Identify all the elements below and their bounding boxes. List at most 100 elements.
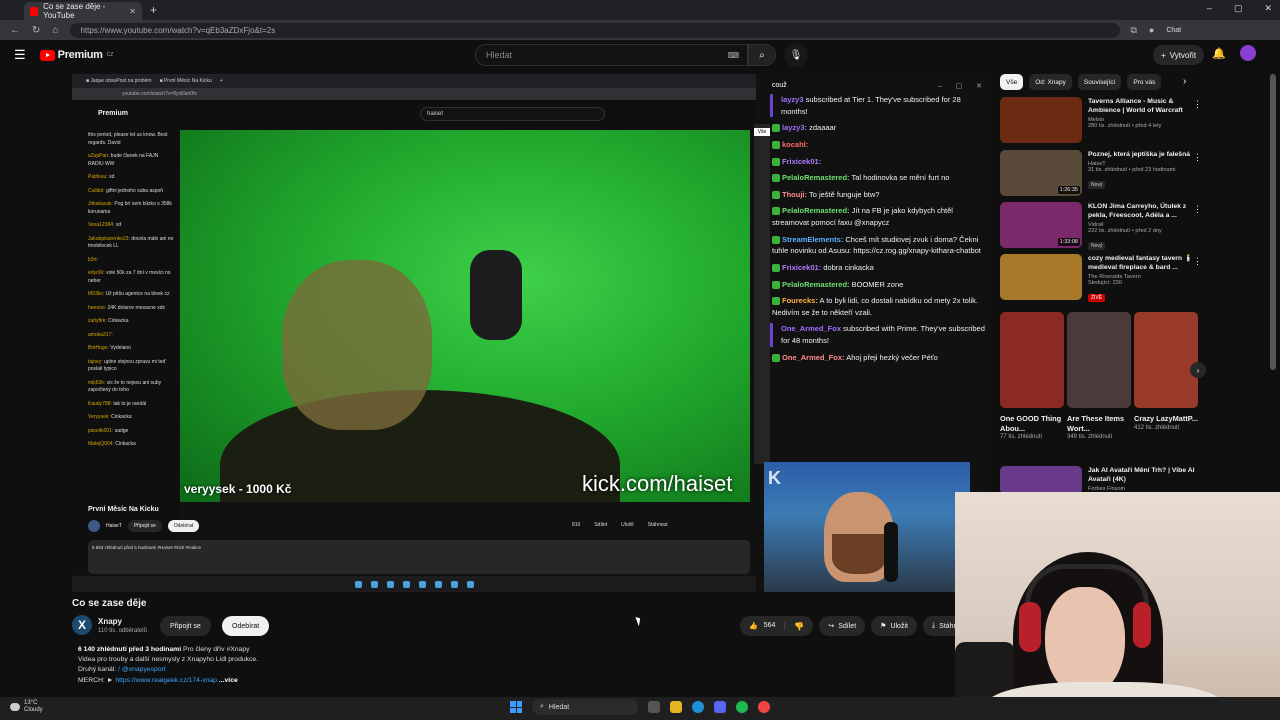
extensions-icon[interactable]: ⧉ bbox=[1130, 25, 1136, 36]
spotify-icon[interactable] bbox=[736, 701, 748, 713]
streamer-camera bbox=[180, 130, 750, 502]
chip-related[interactable]: Související bbox=[1077, 74, 1122, 90]
youtube-logo[interactable]: Premium CZ bbox=[39, 49, 113, 61]
recommendation-item[interactable]: Taverns Alliance - Music & Ambience | Wo… bbox=[1000, 97, 1202, 147]
chat-message: PelaloRemastered: Jít na FB je jako kdyb… bbox=[772, 206, 953, 227]
chevron-right-icon[interactable]: › bbox=[1183, 76, 1186, 87]
account-avatar[interactable] bbox=[1240, 45, 1256, 61]
new-tab-icon[interactable]: + bbox=[150, 3, 157, 17]
browser-tab[interactable]: Co se zase děje - YouTube ✕ bbox=[24, 2, 142, 20]
close-window-icon[interactable]: ✕ bbox=[1264, 3, 1272, 14]
save-button[interactable]: ⚑ Uložit bbox=[871, 616, 917, 636]
chat-badge-icon bbox=[772, 297, 780, 306]
short-item[interactable]: One GOOD Thing Abou... 77 tis. zhlédnutí bbox=[1000, 312, 1064, 442]
menu-icon[interactable]: ☰ bbox=[14, 47, 26, 63]
video-description[interactable]: 6 140 zhlédnutí před 3 hodinami Pro člen… bbox=[72, 645, 955, 691]
stream-chat-line: amoka317: bbox=[88, 331, 113, 338]
share-button[interactable]: ↪ Sdílet bbox=[819, 616, 866, 636]
recommendation-item[interactable]: cozy medieval fantasy tavern 🕯️ medieval… bbox=[1000, 254, 1202, 304]
edge-icon[interactable] bbox=[692, 701, 704, 713]
video-thumbnail[interactable] bbox=[1000, 466, 1082, 494]
shorts-next-button[interactable]: › bbox=[1190, 362, 1206, 378]
recommendation-title: KLON Jima Carreyho, Útulek z pekla, Free… bbox=[1088, 203, 1187, 220]
minimize-icon[interactable]: – bbox=[1207, 3, 1212, 14]
chat-button[interactable]: Chat bbox=[1166, 27, 1181, 34]
subscribe-button[interactable]: Odebírat bbox=[222, 616, 270, 636]
channel-name[interactable]: Xnapy bbox=[98, 617, 122, 626]
microphone bbox=[884, 522, 898, 582]
short-thumbnail[interactable] bbox=[1067, 312, 1131, 408]
maximize-icon[interactable]: ▢ bbox=[1234, 3, 1243, 14]
short-item[interactable]: Crazy LazyMattP... 412 tis. zhlédnutí bbox=[1134, 312, 1198, 442]
taskbar-search[interactable]: ⌕ Hledat bbox=[532, 699, 638, 715]
duration-badge: 1:33:08 bbox=[1057, 238, 1080, 246]
video-thumbnail[interactable] bbox=[1000, 97, 1082, 143]
chat-message: Frixicek01: bbox=[770, 156, 990, 168]
show-more-link[interactable]: ...více bbox=[219, 677, 238, 684]
stream-actions: 810 Sdílet Uložit Stáhnout bbox=[572, 522, 668, 528]
short-title: Crazy LazyMattP... bbox=[1134, 414, 1198, 423]
create-button[interactable]: + Vytvořit bbox=[1153, 45, 1205, 65]
short-item[interactable]: Are These Items Wort... 349 tis. zhlédnu… bbox=[1067, 312, 1131, 442]
close-tab-icon[interactable]: ✕ bbox=[129, 7, 136, 16]
join-button[interactable]: Připojit se bbox=[160, 616, 211, 636]
more-options-icon[interactable]: ⋮ bbox=[1193, 152, 1202, 163]
chat-badge-icon bbox=[772, 174, 780, 183]
chat-badge-icon bbox=[772, 263, 780, 272]
chat-badge-icon bbox=[772, 235, 780, 244]
voice-search-button[interactable]: 🎙 bbox=[784, 43, 808, 67]
keyboard-icon[interactable]: ⌨ bbox=[727, 51, 739, 60]
merch-link[interactable]: https://www.realgeek.cz/174-xnap bbox=[115, 677, 217, 684]
stream-chat-line: tajney: uplne stejnou zpravu mi teď posl… bbox=[88, 358, 166, 373]
chip-from-channel[interactable]: Od: Xnapy bbox=[1029, 74, 1072, 90]
search-input[interactable]: Hledat ⌨ bbox=[475, 44, 748, 66]
chat-message: Fourecks: A to byli lidi, co dostali nab… bbox=[772, 296, 978, 317]
short-thumbnail[interactable] bbox=[1000, 312, 1064, 408]
short-title: Are These Items Wort... bbox=[1067, 414, 1125, 433]
weather-widget[interactable]: 13°C Cloudy bbox=[10, 700, 43, 714]
search-button[interactable]: ⌕ bbox=[748, 44, 776, 66]
more-options-icon[interactable]: ⋮ bbox=[1193, 99, 1202, 110]
task-view-icon[interactable] bbox=[648, 701, 660, 713]
more-options-icon[interactable]: ⋮ bbox=[1193, 204, 1202, 215]
chip-for-you[interactable]: Pro vás bbox=[1127, 74, 1162, 90]
video-thumbnail[interactable]: 1:33:08 bbox=[1000, 202, 1082, 248]
chat-badge-icon bbox=[772, 190, 780, 199]
video-thumbnail[interactable]: 1:26:35 bbox=[1000, 150, 1082, 196]
scrollbar[interactable] bbox=[1270, 74, 1276, 370]
more-options-icon[interactable]: ⋮ bbox=[1193, 256, 1202, 267]
thumbs-down-icon: 👎 bbox=[794, 621, 805, 631]
app-icon[interactable] bbox=[758, 701, 770, 713]
reload-icon[interactable]: ↻ bbox=[32, 25, 40, 36]
search-icon: ⌕ bbox=[540, 703, 544, 710]
short-thumbnail[interactable] bbox=[1134, 312, 1198, 408]
notifications-bell-icon[interactable]: 🔔 bbox=[1212, 47, 1226, 60]
kick-chat-header: couž bbox=[772, 82, 787, 89]
like-button[interactable]: 👍 564 bbox=[740, 622, 786, 630]
subscriber-count: 110 tis. odběratelů bbox=[98, 628, 147, 634]
back-icon[interactable]: ← bbox=[10, 25, 20, 36]
stream-taskbar bbox=[72, 576, 756, 592]
channel-avatar[interactable]: X bbox=[72, 615, 92, 635]
home-icon[interactable]: ⌂ bbox=[52, 25, 58, 36]
dislike-button[interactable]: 👎 bbox=[785, 622, 813, 631]
second-channel-link[interactable]: / @xnapyesport bbox=[118, 666, 166, 673]
stream-chat-line: Vesa12384: xd bbox=[88, 222, 122, 228]
profile-icon[interactable]: ● bbox=[1149, 25, 1154, 35]
status-badge: ŽIVĚ bbox=[1088, 294, 1106, 303]
chat-window-controls: – ▢ ✕ bbox=[937, 83, 988, 90]
status-badge: Nový bbox=[1088, 242, 1106, 251]
discord-icon[interactable] bbox=[714, 701, 726, 713]
stream-chat: this period, please let us know. Best re… bbox=[72, 130, 180, 570]
windows-start-icon[interactable] bbox=[510, 701, 522, 713]
recommendation-item[interactable]: 1:33:08 KLON Jima Carreyho, Útulek z pek… bbox=[1000, 202, 1202, 252]
recommendation-item[interactable]: 1:26:35 Poznej, která jeptiška je falešn… bbox=[1000, 150, 1202, 200]
stream-channel-avatar bbox=[88, 520, 100, 532]
video-thumbnail[interactable] bbox=[1000, 254, 1082, 300]
short-views: 412 tis. zhlédnutí bbox=[1134, 424, 1180, 431]
chip-all[interactable]: Vše bbox=[1000, 74, 1024, 90]
stream-chat-line: Patrikuu: xd bbox=[88, 174, 115, 180]
file-explorer-icon[interactable] bbox=[670, 701, 682, 713]
url-field[interactable]: https://www.youtube.com/watch?v=qEb3aZDx… bbox=[70, 22, 1121, 38]
stream-channel-row: HaiseT Připojit se Odebírat bbox=[88, 520, 200, 532]
